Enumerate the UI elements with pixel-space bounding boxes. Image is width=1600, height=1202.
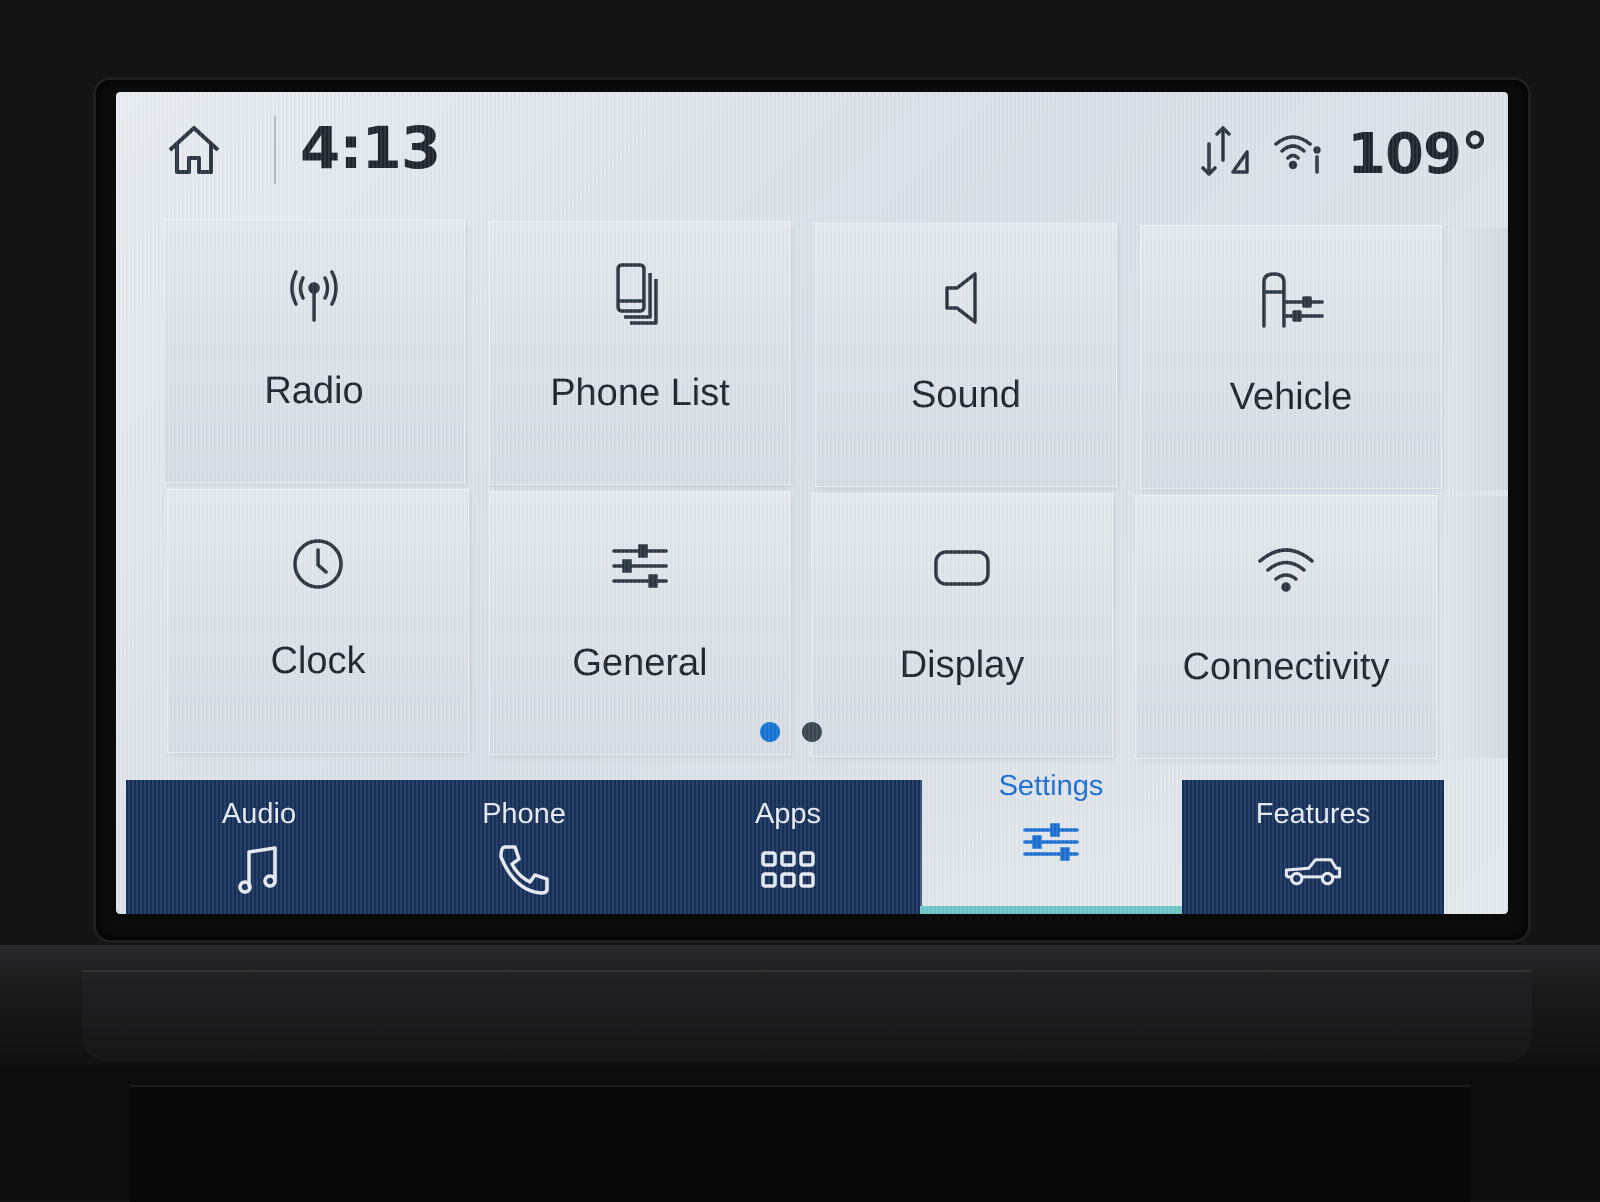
nav-settings[interactable]: Settings [920,770,1182,914]
next-page-peek [1452,496,1508,758]
page-dot-2[interactable] [802,722,822,742]
nav-label: Settings [998,770,1104,802]
dashboard-ledge [82,970,1532,1062]
nav-label: Phone [482,798,566,830]
phone-handset-icon [494,842,554,898]
nav-label: Audio [221,798,297,830]
tile-label: Radio [264,370,364,412]
nav-label: Features [1255,798,1371,830]
page-dot-1[interactable] [760,722,780,742]
tile-vehicle[interactable]: Vehicle [1141,226,1441,488]
tile-radio[interactable]: Radio [164,220,464,482]
next-page-peek [1452,228,1508,490]
truck-icon [1283,842,1343,898]
outside-temperature: 109° [1347,121,1489,187]
tile-sound[interactable]: Sound [816,224,1116,486]
dashboard-lower-panel [130,1085,1470,1202]
tile-label: Sound [911,374,1021,416]
tile-clock[interactable]: Clock [168,490,468,752]
display-icon [922,528,1002,608]
speaker-icon [926,258,1006,338]
home-icon[interactable] [164,120,224,180]
wifi-icon [1246,530,1326,610]
clock-icon [278,524,358,604]
radio-antenna-icon [274,254,354,334]
nav-apps[interactable]: Apps [656,780,922,914]
apps-grid-icon [758,842,818,898]
page-indicator [760,722,822,742]
settings-sliders-icon [1021,814,1081,870]
sliders-icon [600,526,680,606]
tile-display[interactable]: Display [812,494,1112,756]
status-bar: 4:13 109° [116,92,1508,210]
nav-audio[interactable]: Audio [126,780,394,914]
tile-label: Display [899,644,1025,686]
phone-list-icon [600,256,680,336]
clock-time[interactable]: 4:13 [300,114,441,182]
music-note-icon [229,842,289,898]
tile-label: Phone List [550,372,730,414]
vehicle-settings-icon [1251,260,1331,340]
nav-phone[interactable]: Phone [392,780,658,914]
tile-label: Connectivity [1182,646,1390,688]
wifi-info-icon [1273,128,1325,180]
nav-label: Apps [754,798,822,830]
data-arrows-icon [1199,124,1251,184]
status-icons: 109° [1199,121,1489,187]
bottom-nav: Audio Phone Apps Settings Features [116,770,1508,914]
tile-label: Vehicle [1229,376,1353,418]
tile-connectivity[interactable]: Connectivity [1136,496,1436,758]
status-divider [274,116,276,184]
tile-label: Clock [270,640,366,682]
tile-general[interactable]: General [490,492,790,754]
tile-label: General [572,642,708,684]
tile-phone-list[interactable]: Phone List [490,222,790,484]
active-tab-indicator [920,906,1182,914]
infotainment-screen: 4:13 109° Radio Phone List Sound Vehicle… [116,92,1508,914]
nav-features[interactable]: Features [1182,780,1444,914]
